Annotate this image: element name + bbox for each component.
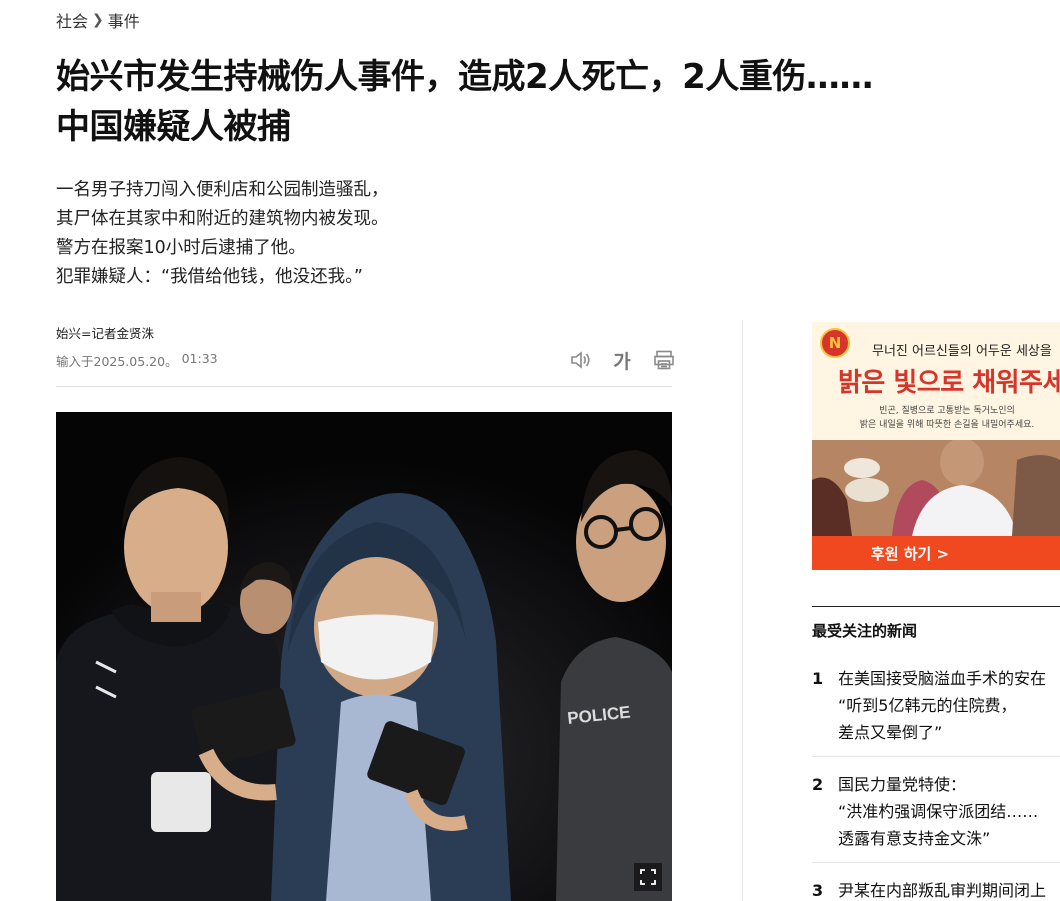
published-time: 01:33 [181,351,218,366]
popular-item-line: “听到5亿韩元的住院费， [838,696,1017,715]
speaker-icon[interactable] [566,346,594,374]
popular-item-line: 在美国接受脑溢血手术的安在 [838,669,1047,688]
headline-line-1: 始兴市发生持械伤人事件，造成2人死亡，2人重伤…… [56,57,873,97]
popular-rank: 1 [812,669,824,688]
print-icon[interactable] [650,346,678,374]
summary-line: 犯罪嫌疑人：“我借给他钱，他没还我。” [56,267,363,287]
article-tools: 가 [566,346,678,374]
chevron-right-icon: ❯ [92,12,104,28]
ad-image [812,438,1060,536]
popular-divider [812,756,1060,757]
ad-body-line: 밝은 내일을 위해 따뜻한 손길을 내밀어주세요. [859,420,1035,430]
popular-rank: 3 [812,881,824,900]
breadcrumb-subsection[interactable]: 事件 [108,8,140,32]
popular-news-title: 最受关注的新闻 [812,622,918,640]
column-divider [742,320,743,901]
popular-rank: 2 [812,775,824,794]
popular-item-line: 透露有意支持金文洙” [838,829,991,848]
photo-illustration: POLICE [56,412,672,901]
summary-line: 其尸体在其家中和附近的建筑物内被发现。 [56,209,389,229]
ad-cta-button[interactable]: 후원 하기 > [812,536,1060,570]
breadcrumb-section[interactable]: 社会 [56,8,88,32]
headline-line-2: 中国嫌疑人被捕 [56,107,291,147]
article-headline: 始兴市发生持械伤人事件，造成2人死亡，2人重伤…… 中国嫌疑人被捕 [56,52,996,152]
expand-icon[interactable] [634,863,662,891]
advertisement-banner[interactable]: N 무너진 어르신들의 어두운 세상을 밝은 빛으로 채워주세 빈곤, 질병으로… [812,322,1060,570]
summary-line: 一名男子持刀闯入便利店和公园制造骚乱， [56,180,389,200]
popular-divider [812,862,1060,863]
article-photo[interactable]: POLICE [56,412,672,901]
ad-body: 빈곤, 질병으로 고통받는 독거노인의 밝은 내일을 위해 따뜻한 손길을 내밀… [812,404,1060,432]
popular-item-line: “洪准杓强调保守派团结…… [838,802,1039,821]
byline: 始兴=记者金贤洙 [56,326,154,341]
ad-headline: 밝은 빛으로 채워주세 [838,368,1060,398]
breadcrumb: 社会 ❯ 事件 [56,8,140,32]
article-summary: 一名男子持刀闯入便利店和公园制造骚乱， 其尸体在其家中和附近的建筑物内被发现。 … [56,176,389,292]
published-label: 输入于2025.05.20。 [56,354,178,369]
divider [56,386,672,387]
ad-logo: N [820,328,850,358]
popular-item-line: 国民力量党特使： [838,775,967,794]
popular-item-line: 差点又晕倒了” [838,723,943,742]
summary-line: 警方在报案10小时后逮捕了他。 [56,238,306,258]
ad-tagline: 무너진 어르신들의 어두운 세상을 [872,344,1052,359]
popular-top-rule [812,606,1060,607]
popular-item-line: 尹某在内部叛乱审判期间闭上 [838,881,1047,900]
font-size-button[interactable]: 가 [608,346,636,374]
published-date: 输入于2025.05.20。 01:33 [56,351,218,370]
ad-body-line: 빈곤, 질병으로 고통받는 독거노인의 [879,406,1015,416]
